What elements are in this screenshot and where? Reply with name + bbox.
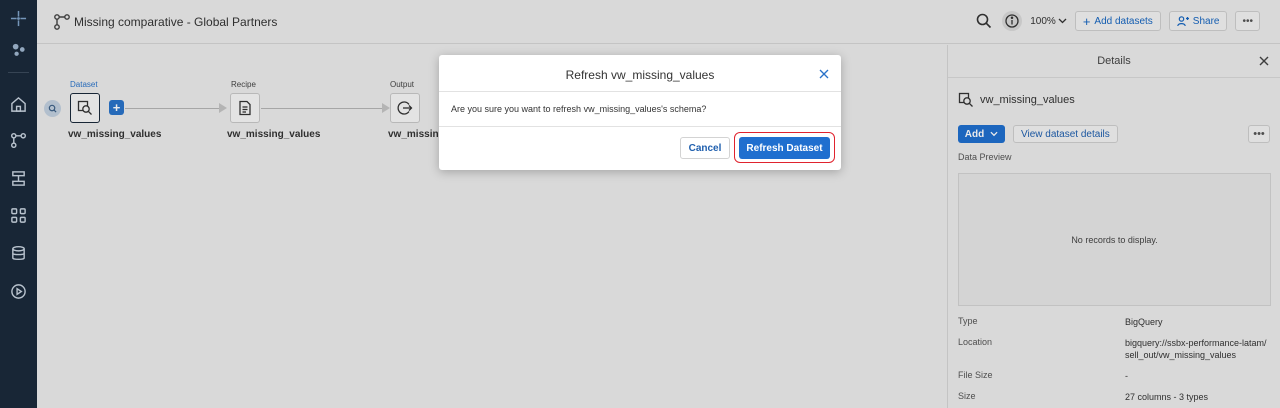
dialog-message: Are you sure you want to refresh vw_miss… bbox=[451, 104, 707, 114]
refresh-dataset-button[interactable]: Refresh Dataset bbox=[739, 137, 830, 159]
close-icon[interactable] bbox=[819, 69, 829, 79]
dialog-divider bbox=[439, 126, 841, 127]
refresh-dialog: Refresh vw_missing_values Are you sure y… bbox=[439, 55, 841, 170]
dialog-title: Refresh vw_missing_values bbox=[565, 68, 715, 82]
dialog-divider bbox=[439, 91, 841, 92]
cancel-button[interactable]: Cancel bbox=[680, 137, 730, 159]
